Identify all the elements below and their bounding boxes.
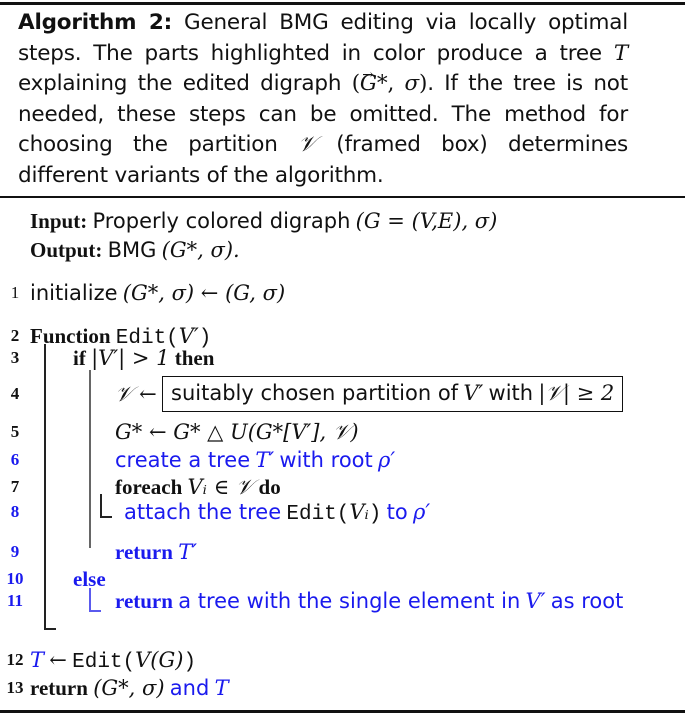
line-number: 4 [10,384,20,403]
function-block-bar [44,344,46,630]
line-number: 5 [10,422,20,441]
caption-symbol-G: G* [360,61,388,100]
partition-method-box: suitably chosen partition of V′ with |𝒱|… [162,376,624,413]
line-number: 3 [10,348,20,367]
caption-text-3: explaining the edited digraph [18,71,342,96]
input-label: Input: [30,209,88,233]
top-rule [0,2,685,5]
input-text: Properly colored digraph [92,209,351,233]
caption-text-4: . If the tree is [427,71,583,96]
output-text: BMG [107,238,157,262]
caption-text-1: General BMG editing via locally optimal [184,10,628,35]
line-number: 12 [6,650,24,669]
output-math: (G*, σ). [161,238,240,262]
else-block-end [89,610,101,612]
line-number: 1 [10,283,20,302]
caption-text-7: (framed box) determines [336,132,628,157]
foreach-block-bar [100,494,102,518]
line-number: 6 [10,450,20,469]
bottom-rule [0,710,685,713]
foreach-block-end [100,516,112,518]
algorithm-label: Algorithm 2: [18,10,173,35]
input-math: (G = (V,E), σ) [355,209,498,233]
caption-symbol-T: T [613,40,628,66]
caption-text-8: different variants of the algorithm. [18,162,384,188]
mid-rule [0,196,685,198]
algorithm-caption: Algorithm 2: General BMG editing via loc… [18,8,628,191]
else-block-bar [89,588,91,612]
function-block-end [44,628,56,630]
line-number: 8 [10,502,20,521]
caption-symbol-Vcal: 𝒱 [298,132,316,157]
line-number: 7 [10,477,20,496]
caption-text-2: steps. The parts highlighted in color pr… [18,40,602,66]
if-block-bar [89,370,91,548]
line-number: 13 [6,678,24,697]
output-label: Output: [30,238,103,262]
line-number: 11 [6,591,24,610]
line-number: 9 [10,542,20,561]
